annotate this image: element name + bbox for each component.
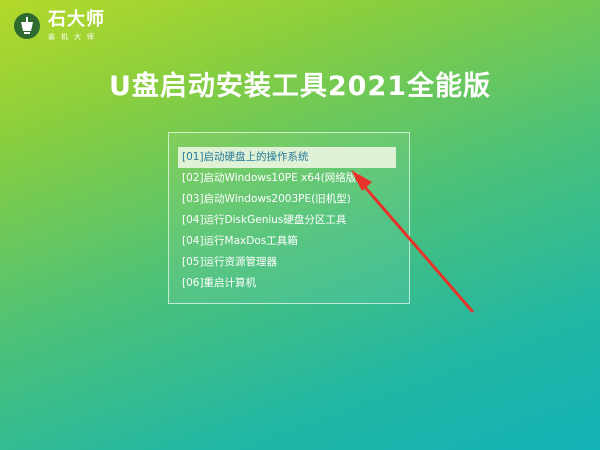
menu-item-diskgenius[interactable]: [04]运行DiskGenius硬盘分区工具	[178, 210, 396, 231]
page-title: U盘启动安装工具2021全能版	[108, 71, 492, 102]
boot-menu-list: [01]启动硬盘上的操作系统 [02]启动Windows10PE x64(网络版…	[178, 147, 396, 294]
logo-name: 石大师	[48, 9, 105, 30]
menu-item-explorer[interactable]: [05]运行资源管理器	[178, 252, 396, 273]
stone-logo-icon	[14, 13, 40, 39]
menu-item-reboot[interactable]: [06]重启计算机	[178, 273, 396, 294]
menu-item-win2003pe[interactable]: [03]启动Windows2003PE(旧机型)	[178, 189, 396, 210]
menu-item-maxdos[interactable]: [04]运行MaxDos工具箱	[178, 231, 396, 252]
logo-subtitle: 装机大师	[48, 33, 100, 41]
boot-menu: [01]启动硬盘上的操作系统 [02]启动Windows10PE x64(网络版…	[168, 132, 410, 304]
menu-item-boot-hdd[interactable]: [01]启动硬盘上的操作系统	[178, 147, 396, 168]
brand-logo: 石大师 装机大师	[12, 10, 105, 42]
menu-item-win10pe[interactable]: [02]启动Windows10PE x64(网络版)	[178, 168, 396, 189]
logo-text: 石大师 装机大师	[48, 10, 105, 42]
